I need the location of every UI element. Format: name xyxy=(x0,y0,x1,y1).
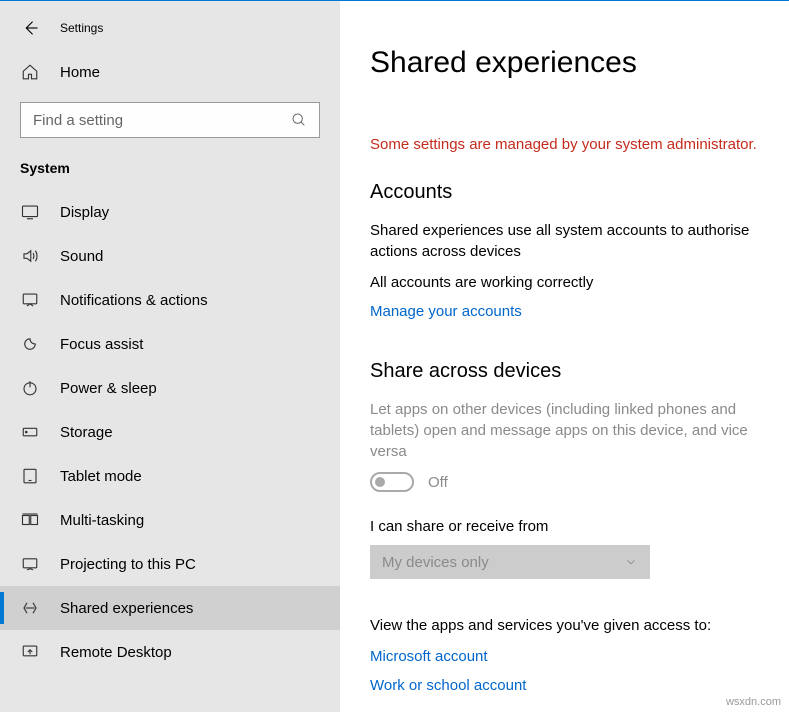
sidebar-item-storage[interactable]: Storage xyxy=(0,410,340,454)
receive-label: I can share or receive from xyxy=(370,518,769,535)
sidebar-item-focus-assist[interactable]: Focus assist xyxy=(0,322,340,366)
sidebar-item-shared-experiences[interactable]: Shared experiences xyxy=(0,586,340,630)
sidebar-item-label: Notifications & actions xyxy=(60,292,208,309)
sidebar-item-remote-desktop[interactable]: Remote Desktop xyxy=(0,630,340,674)
sidebar-item-label: Display xyxy=(60,204,109,221)
sidebar-item-power-sleep[interactable]: Power & sleep xyxy=(0,366,340,410)
main-content: Shared experiences Some settings are man… xyxy=(340,0,789,712)
accounts-status: All accounts are working correctly xyxy=(370,272,769,293)
shared-experiences-icon xyxy=(20,598,40,618)
admin-warning: Some settings are managed by your system… xyxy=(370,136,769,153)
share-toggle[interactable] xyxy=(370,472,414,492)
receive-dropdown[interactable]: My devices only xyxy=(370,545,650,579)
manage-accounts-link[interactable]: Manage your accounts xyxy=(370,303,522,320)
sidebar-item-label: Remote Desktop xyxy=(60,644,172,661)
search-input[interactable]: Find a setting xyxy=(20,102,320,138)
home-label: Home xyxy=(60,64,100,81)
sidebar: Settings Home Find a setting System Disp… xyxy=(0,0,340,712)
tablet-icon xyxy=(20,466,40,486)
microsoft-account-link[interactable]: Microsoft account xyxy=(370,648,769,665)
sidebar-item-sound[interactable]: Sound xyxy=(0,234,340,278)
sidebar-item-label: Storage xyxy=(60,424,113,441)
share-toggle-label: Off xyxy=(428,474,448,491)
watermark: wsxdn.com xyxy=(726,696,781,708)
multitasking-icon xyxy=(20,510,40,530)
app-title: Settings xyxy=(60,21,103,35)
share-heading: Share across devices xyxy=(370,360,769,383)
sidebar-item-label: Sound xyxy=(60,248,103,265)
receive-dropdown-value: My devices only xyxy=(382,554,489,571)
sidebar-item-label: Shared experiences xyxy=(60,600,193,617)
sidebar-item-projecting[interactable]: Projecting to this PC xyxy=(0,542,340,586)
remote-desktop-icon xyxy=(20,642,40,662)
home-icon xyxy=(20,62,40,82)
home-nav[interactable]: Home xyxy=(0,52,340,92)
share-desc: Let apps on other devices (including lin… xyxy=(370,399,769,462)
notifications-icon xyxy=(20,290,40,310)
focus-assist-icon xyxy=(20,334,40,354)
back-button[interactable] xyxy=(20,18,40,38)
sidebar-item-label: Power & sleep xyxy=(60,380,157,397)
power-icon xyxy=(20,378,40,398)
sidebar-item-multitasking[interactable]: Multi-tasking xyxy=(0,498,340,542)
sidebar-item-label: Multi-tasking xyxy=(60,512,144,529)
sidebar-section-title: System xyxy=(0,154,340,190)
chevron-down-icon xyxy=(624,555,638,569)
sidebar-item-label: Tablet mode xyxy=(60,468,142,485)
sound-icon xyxy=(20,246,40,266)
work-account-link[interactable]: Work or school account xyxy=(370,677,769,694)
sidebar-item-label: Focus assist xyxy=(60,336,143,353)
page-title: Shared experiences xyxy=(370,46,769,80)
search-placeholder: Find a setting xyxy=(33,112,123,129)
display-icon xyxy=(20,202,40,222)
sidebar-item-tablet-mode[interactable]: Tablet mode xyxy=(0,454,340,498)
search-icon xyxy=(291,112,307,128)
sidebar-item-display[interactable]: Display xyxy=(0,190,340,234)
accounts-heading: Accounts xyxy=(370,181,769,204)
sidebar-item-label: Projecting to this PC xyxy=(60,556,196,573)
storage-icon xyxy=(20,422,40,442)
projecting-icon xyxy=(20,554,40,574)
sidebar-item-notifications[interactable]: Notifications & actions xyxy=(0,278,340,322)
accounts-desc: Shared experiences use all system accoun… xyxy=(370,220,769,262)
access-desc: View the apps and services you've given … xyxy=(370,615,769,636)
